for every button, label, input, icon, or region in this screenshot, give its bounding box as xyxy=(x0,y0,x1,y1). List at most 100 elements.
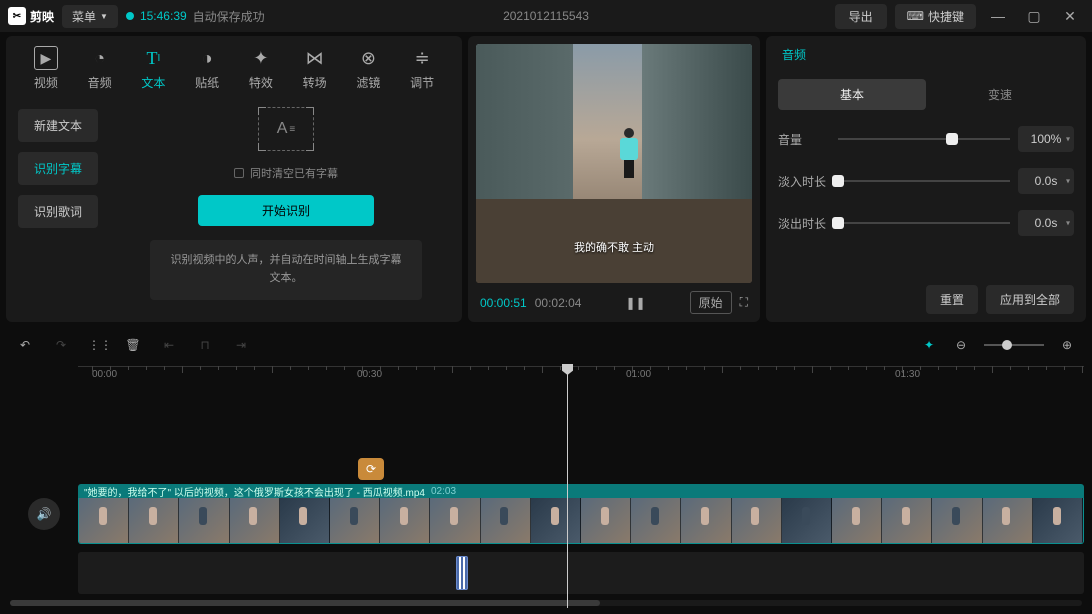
pause-button[interactable]: ❚❚ xyxy=(625,296,645,310)
clear-existing-row[interactable]: 同时清空已有字幕 xyxy=(234,165,338,181)
mute-button[interactable]: 🔊 xyxy=(28,498,60,530)
transition-icon: ⋈ xyxy=(303,46,327,70)
tab-effect[interactable]: ✦特效 xyxy=(235,42,287,95)
start-recognition-button[interactable]: 开始识别 xyxy=(198,195,374,226)
horizontal-scrollbar[interactable] xyxy=(10,600,1082,606)
side-tab-recognize-subtitle[interactable]: 识别字幕 xyxy=(18,152,98,185)
tab-adjust[interactable]: ≑调节 xyxy=(396,42,448,95)
preview-viewport[interactable]: 我的确不敢 主动 xyxy=(476,44,752,283)
side-tab-new-text[interactable]: 新建文本 xyxy=(18,109,98,142)
logo-icon: ✂ xyxy=(8,7,26,25)
zoom-in-button[interactable]: ⊕ xyxy=(1058,338,1076,352)
sticker-icon: ◑ xyxy=(195,46,219,70)
split-button[interactable]: ⋮⋮ xyxy=(88,338,106,352)
recognition-area: A≡ 同时清空已有字幕 开始识别 识别视频中的人声，并自动在时间轴上生成字幕文本… xyxy=(110,95,462,312)
props-tab-speed[interactable]: 变速 xyxy=(926,79,1074,110)
fadein-row: 淡入时长 0.0s▾ xyxy=(778,168,1074,194)
save-time: 15:46:39 xyxy=(140,9,187,23)
scrollbar-thumb[interactable] xyxy=(10,600,600,606)
playhead[interactable] xyxy=(567,364,568,608)
maximize-button[interactable]: ▢ xyxy=(1020,8,1048,25)
slider-thumb[interactable] xyxy=(832,175,844,187)
video-icon: ▶ xyxy=(34,46,58,70)
ruler-mark: 00:00 xyxy=(92,369,117,380)
ruler-mark: 01:30 xyxy=(895,369,920,380)
save-status: 15:46:39 自动保存成功 xyxy=(126,8,265,25)
minimize-button[interactable]: — xyxy=(984,8,1012,24)
side-tab-recognize-lyrics[interactable]: 识别歌词 xyxy=(18,195,98,228)
zoom-out-button[interactable]: ⊖ xyxy=(952,338,970,352)
ruler-mark: 00:30 xyxy=(357,369,382,380)
media-panel: ▶视频 ◔音频 TI文本 ◑贴纸 ✦特效 ⋈转场 ⊗滤镜 ≑调节 新建文本 识别… xyxy=(6,36,462,322)
video-clip-thumbnails[interactable] xyxy=(78,498,1084,544)
shortcut-button[interactable]: ⌨ 快捷键 xyxy=(895,4,976,29)
mark-in-button[interactable]: ⇤ xyxy=(160,338,178,352)
zoom-thumb[interactable] xyxy=(1002,340,1012,350)
menu-button[interactable]: 菜单 ▼ xyxy=(62,5,118,28)
fadein-slider[interactable] xyxy=(838,171,1010,191)
keyboard-icon: ⌨ xyxy=(907,9,924,23)
tracks-area[interactable]: ⟳ 🔊 "她要的，我给不了" 以后的视频，这个俄罗斯女孩不会出现了 - 西瓜视频… xyxy=(78,388,1084,608)
duration-time: 00:02:04 xyxy=(535,296,582,310)
audio-icon: ◔ xyxy=(88,46,112,70)
ruler-mark: 01:00 xyxy=(626,369,651,380)
audio-track[interactable] xyxy=(78,552,1084,594)
project-name: 2021012115543 xyxy=(503,9,589,23)
props-tabs: 基本 变速 xyxy=(778,79,1074,110)
mark-button[interactable]: ⊓ xyxy=(196,338,214,352)
fadein-label: 淡入时长 xyxy=(778,173,830,190)
clip-duration: 02:03 xyxy=(431,486,456,497)
snap-button[interactable]: ✦ xyxy=(920,338,938,352)
chevron-down-icon: ▼ xyxy=(100,12,108,21)
tab-transition[interactable]: ⋈转场 xyxy=(289,42,341,95)
zoom-slider[interactable] xyxy=(984,344,1044,346)
video-track: "她要的，我给不了" 以后的视频，这个俄罗斯女孩不会出现了 - 西瓜视频.mp4… xyxy=(78,484,1084,544)
mark-out-button[interactable]: ⇥ xyxy=(232,338,250,352)
props-title: 音频 xyxy=(778,44,1074,69)
reset-button[interactable]: 重置 xyxy=(926,285,978,314)
fadein-value[interactable]: 0.0s▾ xyxy=(1018,168,1074,194)
save-message: 自动保存成功 xyxy=(193,8,265,25)
chevron-icon: ▾ xyxy=(1066,177,1070,186)
apply-all-button[interactable]: 应用到全部 xyxy=(986,285,1074,314)
undo-button[interactable]: ↶ xyxy=(16,338,34,352)
tab-video[interactable]: ▶视频 xyxy=(20,42,72,95)
tab-sticker[interactable]: ◑贴纸 xyxy=(181,42,233,95)
adjust-icon: ≑ xyxy=(410,46,434,70)
delete-button[interactable]: 🗑 xyxy=(124,338,142,352)
timeline-toolbar: ↶ ↷ ⋮⋮ 🗑 ⇤ ⊓ ⇥ ✦ ⊖ ⊕ xyxy=(8,330,1084,360)
current-time: 00:00:51 xyxy=(480,296,527,310)
chevron-icon: ▾ xyxy=(1066,219,1070,228)
preview-panel: 我的确不敢 主动 00:00:51 00:02:04 ❚❚ 原始 ⛶ xyxy=(468,36,760,322)
tab-text[interactable]: TI文本 xyxy=(128,42,180,95)
text-side-tabs: 新建文本 识别字幕 识别歌词 xyxy=(6,95,110,312)
text-icon: TI xyxy=(141,46,165,70)
audio-clip[interactable] xyxy=(456,556,468,590)
media-category-tabs: ▶视频 ◔音频 TI文本 ◑贴纸 ✦特效 ⋈转场 ⊗滤镜 ≑调节 xyxy=(6,42,462,95)
subtitle-overlay: 我的确不敢 主动 xyxy=(476,239,752,255)
app-name: 剪映 xyxy=(30,8,54,25)
fadeout-slider[interactable] xyxy=(838,213,1010,233)
volume-value[interactable]: 100%▾ xyxy=(1018,126,1074,152)
save-dot-icon xyxy=(126,12,134,20)
video-clip-header[interactable]: "她要的，我给不了" 以后的视频，这个俄罗斯女孩不会出现了 - 西瓜视频.mp4… xyxy=(78,484,1084,498)
time-ruler[interactable]: 00:00 00:30 01:00 01:30 xyxy=(78,366,1084,388)
props-tab-basic[interactable]: 基本 xyxy=(778,79,926,110)
tab-audio[interactable]: ◔音频 xyxy=(74,42,126,95)
redo-button[interactable]: ↷ xyxy=(52,338,70,352)
ratio-button[interactable]: 原始 xyxy=(690,291,732,314)
slider-thumb[interactable] xyxy=(946,133,958,145)
preview-controls: 00:00:51 00:02:04 ❚❚ 原始 ⛶ xyxy=(476,283,752,314)
effect-clip[interactable]: ⟳ xyxy=(358,458,384,480)
titlebar: ✂ 剪映 菜单 ▼ 15:46:39 自动保存成功 2021012115543 … xyxy=(0,0,1092,32)
filter-icon: ⊗ xyxy=(356,46,380,70)
fadeout-label: 淡出时长 xyxy=(778,215,830,232)
checkbox-icon[interactable] xyxy=(234,168,244,178)
fullscreen-button[interactable]: ⛶ xyxy=(740,295,748,310)
close-button[interactable]: ✕ xyxy=(1056,8,1084,25)
volume-slider[interactable] xyxy=(838,129,1010,149)
slider-thumb[interactable] xyxy=(832,217,844,229)
tab-filter[interactable]: ⊗滤镜 xyxy=(343,42,395,95)
fadeout-value[interactable]: 0.0s▾ xyxy=(1018,210,1074,236)
export-button[interactable]: 导出 xyxy=(835,4,887,29)
